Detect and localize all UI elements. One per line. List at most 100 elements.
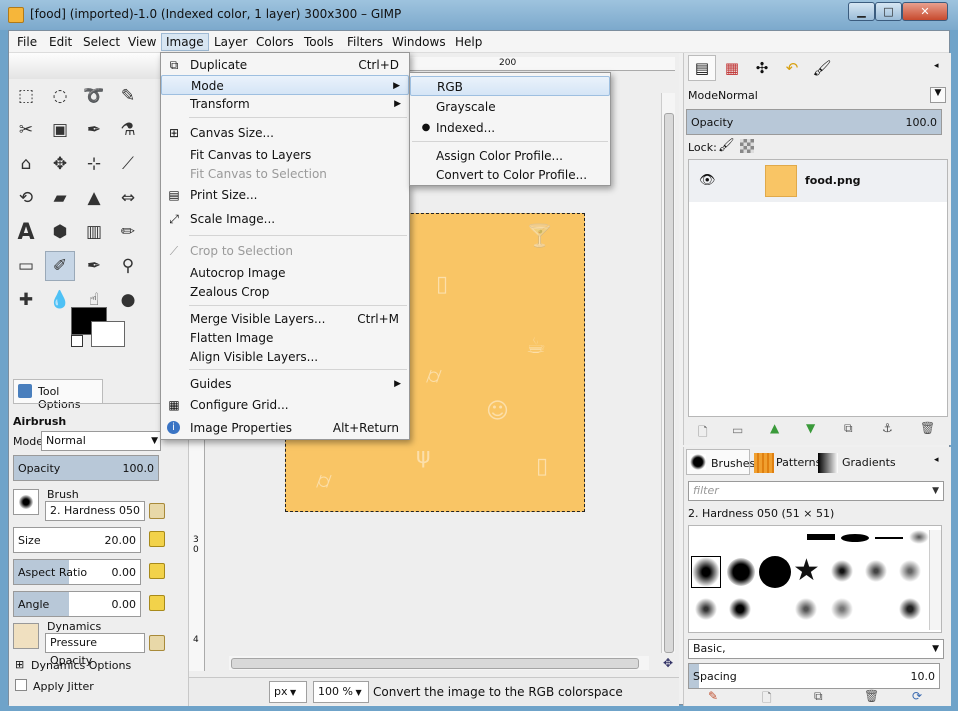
opacity-slider[interactable]: Opacity 100.0: [13, 455, 159, 481]
heal-icon[interactable]: ✚: [11, 285, 41, 315]
menu-select[interactable]: Select: [79, 33, 124, 51]
layer-opacity-slider[interactable]: Opacity 100.0: [686, 109, 942, 135]
menu-file[interactable]: File: [13, 33, 41, 51]
brush-thumb[interactable]: [909, 530, 929, 544]
menu-tools[interactable]: Tools: [300, 33, 338, 51]
menu-item-assign-profile[interactable]: Assign Color Profile...: [410, 146, 610, 166]
refresh-brushes-icon[interactable]: ⟳: [912, 689, 922, 703]
menu-item-rgb[interactable]: RGB: [410, 76, 610, 96]
dock-menu-icon[interactable]: ◂: [934, 455, 939, 465]
new-brush-icon[interactable]: 🗋: [762, 689, 772, 710]
reset-colors-icon[interactable]: [71, 335, 83, 347]
menu-view[interactable]: View: [124, 33, 160, 51]
menu-item-configure-grid[interactable]: ▦ Configure Grid...: [161, 395, 409, 415]
raise-layer-icon[interactable]: ▲: [770, 421, 779, 435]
spacing-slider[interactable]: Spacing 10.0: [688, 663, 940, 689]
edit-dynamics-icon[interactable]: [149, 635, 165, 651]
zoom-combo[interactable]: 100 % ▼: [313, 681, 369, 703]
brush-filter-input[interactable]: filter ▼: [688, 481, 944, 501]
angle-slider[interactable]: Angle 0.00: [13, 591, 141, 617]
menu-item-mode[interactable]: Mode ▶: [161, 75, 409, 95]
menu-item-image-properties[interactable]: i Image Properties Alt+Return: [161, 418, 409, 438]
brush-thumb[interactable]: [727, 596, 753, 622]
brush-thumb[interactable]: [897, 558, 923, 584]
brush-thumb[interactable]: [793, 596, 819, 622]
menu-item-align-visible[interactable]: Align Visible Layers...: [161, 347, 409, 367]
delete-brush-icon[interactable]: 🗑: [864, 689, 879, 703]
reset-angle-icon[interactable]: [149, 595, 165, 611]
scissors-icon[interactable]: ✂: [11, 115, 41, 145]
vertical-scrollbar[interactable]: [661, 93, 675, 653]
layer-name[interactable]: food.png: [805, 174, 861, 187]
clone-icon[interactable]: ⚲: [113, 251, 143, 281]
menu-item-flatten[interactable]: Flatten Image: [161, 328, 409, 348]
menu-help[interactable]: Help: [451, 33, 486, 51]
dynamics-icon[interactable]: [13, 623, 39, 649]
menu-item-zealous-crop[interactable]: Zealous Crop: [161, 282, 409, 302]
brushes-grid[interactable]: ★: [688, 525, 942, 633]
menu-item-guides[interactable]: Guides ▶: [161, 374, 409, 394]
mode-dropdown[interactable]: Normal ▼: [41, 431, 161, 451]
brush-preset-combo[interactable]: Basic, ▼: [688, 639, 944, 659]
navigate-icon[interactable]: ✥: [661, 656, 675, 670]
gradients-tab[interactable]: Gradients: [816, 449, 896, 475]
dock-menu-icon[interactable]: ◂: [934, 61, 939, 71]
dynamics-field[interactable]: Pressure Opacity: [45, 633, 145, 667]
ink-icon[interactable]: ✒: [79, 251, 109, 281]
new-layer-group-icon[interactable]: ▭: [732, 423, 743, 437]
color-picker-icon[interactable]: ⚗: [113, 115, 143, 145]
brush-thumb[interactable]: [863, 558, 889, 584]
align-icon[interactable]: ⊹: [79, 149, 109, 179]
star-brush-icon[interactable]: ★: [793, 554, 820, 588]
flip-icon[interactable]: ⇔: [113, 183, 143, 213]
menu-item-canvas-size[interactable]: ⊞ Canvas Size...: [161, 123, 409, 143]
duplicate-brush-icon[interactable]: ⧉: [814, 689, 823, 704]
crop-icon[interactable]: ⟋: [113, 149, 143, 179]
anchor-layer-icon[interactable]: ⚓: [882, 421, 893, 435]
brush-tab-icon[interactable]: 🖌: [808, 55, 836, 81]
reset-aspect-icon[interactable]: [149, 563, 165, 579]
menu-item-print-size[interactable]: ▤ Print Size...: [161, 185, 409, 205]
rotate-icon[interactable]: ⟲: [11, 183, 41, 213]
shear-icon[interactable]: ▰: [45, 183, 75, 213]
menu-item-indexed[interactable]: ● Indexed...: [410, 118, 610, 138]
edit-brush-icon[interactable]: [149, 503, 165, 519]
menu-filters[interactable]: Filters: [343, 33, 387, 51]
lower-layer-icon[interactable]: ▼: [806, 421, 815, 435]
move-icon[interactable]: ✥: [45, 149, 75, 179]
eraser-icon[interactable]: ▭: [11, 251, 41, 281]
layers-tab-icon[interactable]: ▤: [688, 55, 716, 81]
rect-select-icon[interactable]: ⬚: [11, 81, 41, 111]
edit-brush-icon[interactable]: ✎: [708, 689, 718, 703]
menu-item-convert-profile[interactable]: Convert to Color Profile...: [410, 165, 610, 185]
background-color[interactable]: [91, 321, 125, 347]
minimize-button[interactable]: ▁: [848, 2, 875, 21]
fuzzy-select-icon[interactable]: ✎: [113, 81, 143, 111]
brush-thumb[interactable]: [829, 558, 855, 584]
unit-combo[interactable]: px ▼: [269, 681, 307, 703]
brush-thumb[interactable]: [897, 596, 923, 622]
menu-colors[interactable]: Colors: [252, 33, 298, 51]
menu-image[interactable]: Image: [161, 33, 209, 51]
menu-item-autocrop[interactable]: Autocrop Image: [161, 263, 409, 283]
size-slider[interactable]: Size 20.00: [13, 527, 141, 553]
measure-icon[interactable]: ⌂: [11, 149, 41, 179]
brushes-scrollbar[interactable]: [929, 530, 941, 630]
lock-pixels-icon[interactable]: 🖌: [718, 138, 735, 153]
brush-thumb[interactable]: [807, 534, 835, 540]
brush-thumb[interactable]: [693, 596, 719, 622]
menu-layer[interactable]: Layer: [210, 33, 251, 51]
aspect-ratio-slider[interactable]: Aspect Ratio 0.00: [13, 559, 141, 585]
reset-size-icon[interactable]: [149, 531, 165, 547]
chevron-down-icon[interactable]: ▼: [930, 87, 946, 103]
channels-tab-icon[interactable]: ▦: [718, 55, 746, 81]
menu-edit[interactable]: Edit: [45, 33, 76, 51]
foreground-select-icon[interactable]: ▣: [45, 115, 75, 145]
layer-row[interactable]: 👁 food.png: [689, 160, 947, 202]
maximize-button[interactable]: □: [875, 2, 902, 21]
brush-thumb[interactable]: [841, 534, 869, 542]
pencil-icon[interactable]: ✏: [113, 217, 143, 247]
text-tool-icon[interactable]: A: [11, 217, 41, 247]
brush-thumb[interactable]: [875, 537, 903, 539]
undo-tab-icon[interactable]: ↶: [778, 55, 806, 81]
